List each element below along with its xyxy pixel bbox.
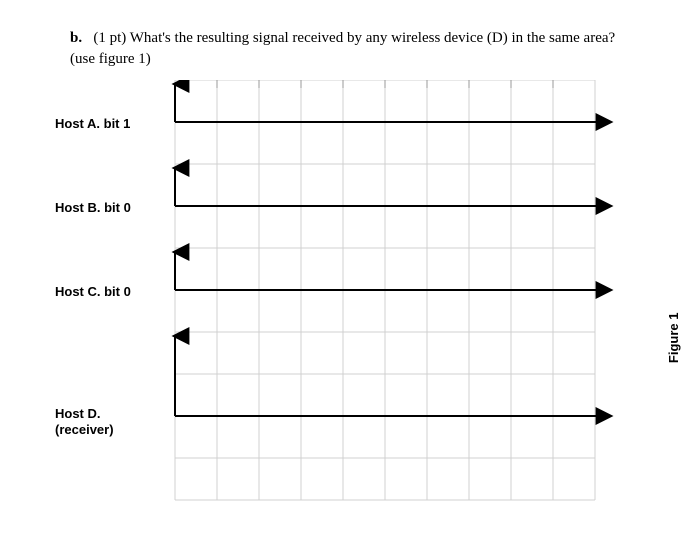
question-line2: (use figure 1) bbox=[70, 51, 151, 67]
host-b-axes bbox=[175, 168, 610, 206]
host-a-axes bbox=[175, 84, 610, 122]
figure-label: Figure 1 bbox=[667, 313, 682, 364]
question-marker: b. bbox=[70, 30, 82, 46]
host-d-label: Host D. (receiver) bbox=[55, 406, 114, 437]
question-points: (1 pt) bbox=[93, 30, 126, 46]
host-d-axes bbox=[175, 336, 610, 416]
host-a-label: Host A. bit 1 bbox=[55, 116, 130, 132]
host-c-label: Host C. bit 0 bbox=[55, 284, 131, 300]
host-b-label: Host B. bit 0 bbox=[55, 200, 131, 216]
host-c-axes bbox=[175, 252, 610, 290]
figure-chart: Host A. bit 1 Host B. bit 0 Host C. bit … bbox=[55, 80, 640, 510]
signal-grid-svg bbox=[55, 80, 640, 510]
question-text: b. (1 pt) What's the resulting signal re… bbox=[70, 28, 690, 70]
question-line1: What's the resulting signal received by … bbox=[130, 30, 615, 46]
